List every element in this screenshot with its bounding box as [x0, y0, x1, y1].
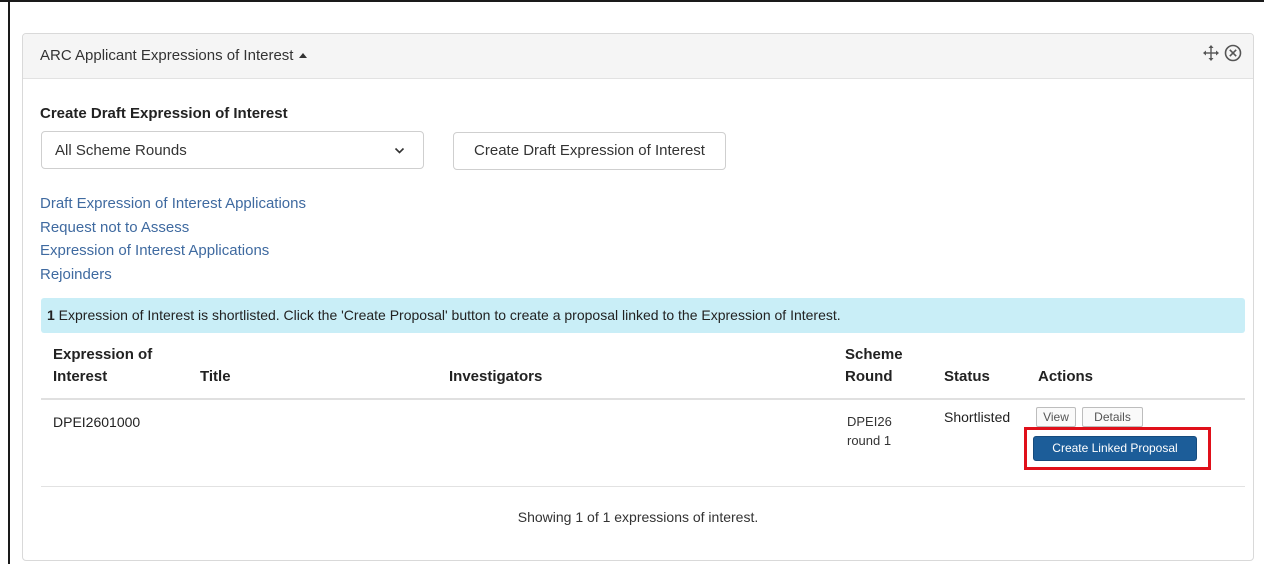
panel-header-icons [1201, 43, 1243, 63]
col-header-scheme-line1: Scheme [845, 346, 903, 363]
col-header-title[interactable]: Title [200, 366, 231, 388]
cell-eoi-id: DPEI2601000 [53, 414, 141, 430]
details-button[interactable]: Details [1082, 407, 1143, 427]
col-header-eoi-line1: Expression of [53, 346, 153, 363]
col-header-scheme-line2: Round [845, 368, 893, 385]
cell-scheme-line1: DPEI26 [847, 414, 892, 429]
move-icon[interactable] [1201, 43, 1221, 63]
link-draft-eoi-applications[interactable]: Draft Expression of Interest Application… [40, 192, 306, 216]
window-left-edge [8, 0, 10, 564]
scheme-round-select-value: All Scheme Rounds [55, 142, 187, 159]
table-header-divider [41, 398, 1245, 400]
link-request-not-to-assess[interactable]: Request not to Assess [40, 216, 306, 240]
pagination-summary: Showing 1 of 1 expressions of interest. [517, 509, 759, 525]
link-rejoinders[interactable]: Rejoinders [40, 263, 306, 287]
col-header-investigators[interactable]: Investigators [449, 366, 542, 388]
col-header-eoi-line2: Interest [53, 368, 108, 385]
eoi-links: Draft Expression of Interest Application… [40, 192, 306, 286]
create-draft-heading: Create Draft Expression of Interest [40, 105, 288, 122]
cell-status: Shortlisted [944, 409, 1011, 425]
chevron-down-icon [394, 147, 405, 154]
window-top-edge [0, 0, 1264, 2]
panel-title[interactable]: ARC Applicant Expressions of Interest [40, 47, 308, 64]
eoi-panel: ARC Applicant Expressions of Interest Cr [22, 33, 1254, 561]
panel-header: ARC Applicant Expressions of Interest [23, 34, 1253, 79]
alert-text: Expression of Interest is shortlisted. C… [54, 307, 841, 323]
col-header-actions: Actions [1038, 368, 1094, 385]
highlight-box [1024, 427, 1211, 470]
cell-scheme-line2: round 1 [847, 433, 892, 448]
col-header-scheme-round[interactable]: Scheme Round [845, 344, 903, 388]
scheme-round-select[interactable]: All Scheme Rounds [41, 131, 424, 169]
cell-scheme-round: DPEI26 round 1 [847, 412, 892, 450]
view-button[interactable]: View [1036, 407, 1076, 427]
caret-up-icon [299, 53, 308, 58]
create-draft-eoi-button[interactable]: Create Draft Expression of Interest [453, 132, 726, 170]
alert-count: 1 [47, 307, 55, 323]
shortlisted-alert: 1 Expression of Interest is shortlisted.… [41, 298, 1245, 333]
link-eoi-applications[interactable]: Expression of Interest Applications [40, 239, 306, 263]
panel-title-text: ARC Applicant Expressions of Interest [40, 47, 294, 64]
col-header-eoi[interactable]: Expression of Interest [53, 344, 152, 388]
table-row-divider [41, 486, 1245, 487]
col-header-status[interactable]: Status [944, 366, 990, 388]
close-circle-icon[interactable] [1223, 43, 1243, 63]
